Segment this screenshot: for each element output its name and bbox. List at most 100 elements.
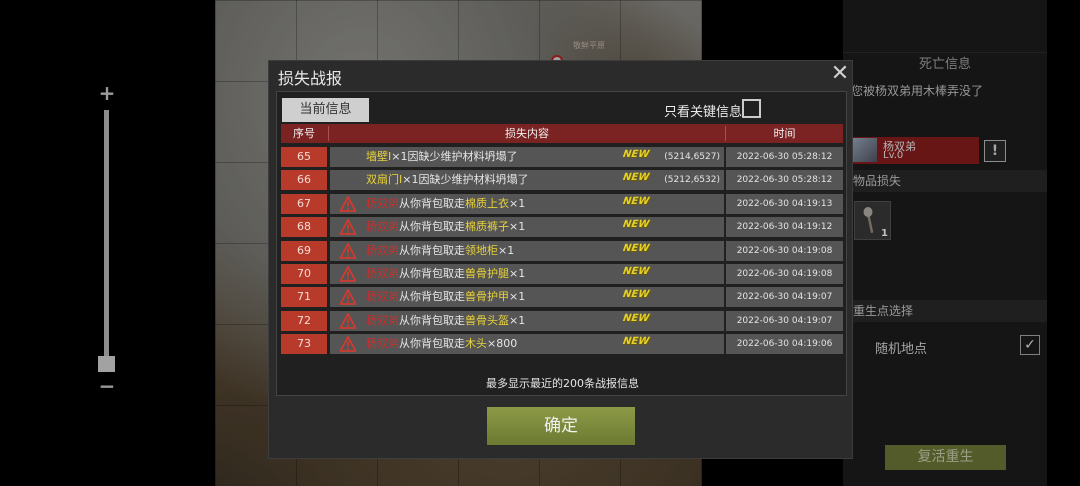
row-content: 杨双弟 从你背包取走 木头 ×800 NEW	[330, 334, 724, 355]
new-badge: NEW	[622, 149, 651, 160]
item-name: 领地柜	[465, 243, 498, 257]
warning-triangle-icon	[340, 266, 356, 282]
confirm-button[interactable]: 确定	[487, 407, 635, 445]
table-row[interactable]: 65 墙壁I ×1因缺少维护材料坍塌了 NEW (5214,6527) 2022-06-3…	[281, 147, 843, 167]
close-icon[interactable]: ✕	[829, 63, 851, 86]
action-text: 从你背包取走	[399, 337, 465, 351]
column-header-content: 损失内容	[505, 127, 549, 140]
table-row[interactable]: 70 杨双弟 从你背包取走 兽骨护腿 ×1 NEW 2022-06-30 04:19:08	[281, 264, 843, 284]
item-quantity: ×1	[509, 267, 526, 280]
table-row[interactable]: 68 杨双弟 从你背包取走 棉质裤子 ×1 NEW 2022-06-30 04:19:12	[281, 217, 843, 238]
row-content: 双扇门I ×1因缺少维护材料坍塌了 NEW (5212,6532)	[330, 170, 724, 191]
row-number: 68	[281, 217, 327, 238]
warning-triangle-icon	[340, 219, 356, 236]
coordinates: (5212,6532)	[664, 175, 720, 186]
item-name: 棉质裤子	[465, 220, 509, 234]
item-name: 木头	[465, 337, 487, 351]
row-time: 2022-06-30 04:19:07	[726, 310, 843, 331]
column-header-no: 序号	[293, 127, 315, 140]
row-message: 杨双弟 从你背包取走 兽骨护腿 ×1	[366, 264, 525, 284]
table-row[interactable]: 69 杨双弟 从你背包取走 领地柜 ×1 NEW 2022-06-30 04:19:08	[281, 240, 843, 261]
tab-current-info[interactable]: 当前信息	[282, 98, 369, 122]
actor-name: 杨双弟	[366, 267, 399, 280]
item-quantity: ×1	[509, 220, 526, 234]
row-number: 67	[281, 193, 327, 214]
table-row[interactable]: 71 杨双弟 从你背包取走 兽骨护甲 ×1 NEW 2022-06-30 04:19:07	[281, 287, 843, 308]
row-time: 2022-06-30 04:19:07	[726, 287, 843, 308]
row-number: 72	[281, 310, 327, 331]
actor-name: 杨双弟	[366, 313, 399, 327]
row-message: 杨双弟 从你背包取走 棉质上衣 ×1	[366, 194, 525, 214]
new-badge: NEW	[622, 289, 651, 301]
row-time: 2022-06-30 05:28:12	[726, 147, 843, 167]
row-time: 2022-06-30 04:19:06	[726, 334, 843, 355]
row-time: 2022-06-30 04:19:08	[726, 240, 843, 261]
actor-name: 杨双弟	[366, 196, 399, 210]
actor-name: 杨双弟	[366, 220, 399, 234]
item-name: 兽骨护甲	[465, 290, 509, 304]
table-row[interactable]: 66 双扇门I ×1因缺少维护材料坍塌了 NEW (5212,6532) 2022-06-…	[281, 170, 843, 191]
table-row[interactable]: 73 杨双弟 从你背包取走 木头 ×800 NEW 2022-06-30 04:19:06	[281, 334, 843, 355]
table-row[interactable]: 72 杨双弟 从你背包取走 兽骨头盔 ×1 NEW 2022-06-30 04:19:07	[281, 310, 843, 331]
dialog-title: 损失战报	[278, 69, 343, 88]
table-row[interactable]: 67 杨双弟 从你背包取走 棉质上衣 ×1 NEW 2022-06-30 04:19:13	[281, 193, 843, 214]
item-quantity: ×1	[509, 196, 526, 210]
new-badge: NEW	[622, 336, 651, 348]
row-message: 杨双弟 从你背包取走 兽骨护甲 ×1	[366, 287, 525, 307]
row-message: 双扇门I ×1因缺少维护材料坍塌了	[366, 170, 528, 190]
item-quantity: ×800	[487, 337, 518, 351]
action-text: 从你背包取走	[399, 243, 465, 257]
row-message: 杨双弟 从你背包取走 领地柜 ×1	[366, 241, 514, 261]
row-number: 71	[281, 287, 327, 308]
row-number: 66	[281, 170, 327, 191]
item-quantity: ×1	[509, 313, 526, 327]
row-number: 70	[281, 264, 327, 284]
row-time: 2022-06-30 05:28:12	[726, 170, 843, 191]
row-content: 杨双弟 从你背包取走 兽骨护甲 ×1 NEW	[330, 287, 724, 308]
row-message: 墙壁I ×1因缺少维护材料坍塌了	[366, 147, 517, 167]
item-quantity: ×1	[498, 243, 515, 257]
item-name: 墙壁I	[366, 150, 392, 163]
new-badge: NEW	[622, 266, 651, 277]
action-text: 从你背包取走	[399, 196, 465, 210]
loss-report-dialog: 损失战报 ✕ 当前信息 只看关键信息 序号 损失内容 时间 65 墙壁I ×1因缺少…	[268, 60, 853, 459]
row-time: 2022-06-30 04:19:13	[726, 193, 843, 214]
footer-note: 最多显示最近的200条战报信息	[486, 377, 639, 390]
row-content: 杨双弟 从你背包取走 领地柜 ×1 NEW	[330, 240, 724, 261]
warning-triangle-icon	[340, 289, 356, 306]
item-name: 棉质上衣	[465, 196, 509, 210]
action-text: 从你背包取走	[399, 313, 465, 327]
action-text: 从你背包取走	[399, 290, 465, 304]
only-key-info-label: 只看关键信息	[664, 105, 743, 120]
actor-name: 杨双弟	[366, 243, 399, 257]
warning-triangle-icon	[340, 242, 356, 259]
row-time: 2022-06-30 04:19:12	[726, 217, 843, 238]
item-name: 兽骨头盔	[465, 313, 509, 327]
table-header: 序号 损失内容 时间	[281, 124, 843, 143]
item-name: 兽骨护腿	[465, 267, 509, 280]
action-text: ×1因缺少维护材料坍塌了	[391, 150, 518, 163]
row-content: 杨双弟 从你背包取走 兽骨护腿 ×1 NEW	[330, 264, 724, 284]
new-badge: NEW	[622, 219, 651, 231]
only-key-info-checkbox[interactable]	[742, 99, 761, 118]
action-text: ×1因缺少维护材料坍塌了	[402, 173, 529, 187]
column-header-time: 时间	[773, 127, 796, 140]
warning-triangle-icon	[340, 312, 356, 329]
row-number: 69	[281, 240, 327, 261]
new-badge: NEW	[622, 312, 651, 324]
row-message: 杨双弟 从你背包取走 棉质裤子 ×1	[366, 217, 525, 237]
new-badge: NEW	[622, 195, 651, 207]
row-message: 杨双弟 从你背包取走 兽骨头盔 ×1	[366, 311, 525, 331]
row-content: 墙壁I ×1因缺少维护材料坍塌了 NEW (5214,6527)	[330, 147, 724, 167]
action-text: 从你背包取走	[399, 220, 465, 234]
row-content: 杨双弟 从你背包取走 棉质上衣 ×1 NEW	[330, 193, 724, 214]
row-content: 杨双弟 从你背包取走 兽骨头盔 ×1 NEW	[330, 310, 724, 331]
coordinates: (5214,6527)	[664, 152, 720, 162]
column-divider	[328, 126, 329, 141]
report-panel: 当前信息 只看关键信息 序号 损失内容 时间 65 墙壁I ×1因缺少维护材料坍塌了…	[276, 91, 847, 396]
row-time: 2022-06-30 04:19:08	[726, 264, 843, 284]
warning-triangle-icon	[340, 336, 356, 353]
row-content: 杨双弟 从你背包取走 棉质裤子 ×1 NEW	[330, 217, 724, 238]
new-badge: NEW	[622, 242, 651, 254]
action-text: 从你背包取走	[399, 267, 465, 280]
